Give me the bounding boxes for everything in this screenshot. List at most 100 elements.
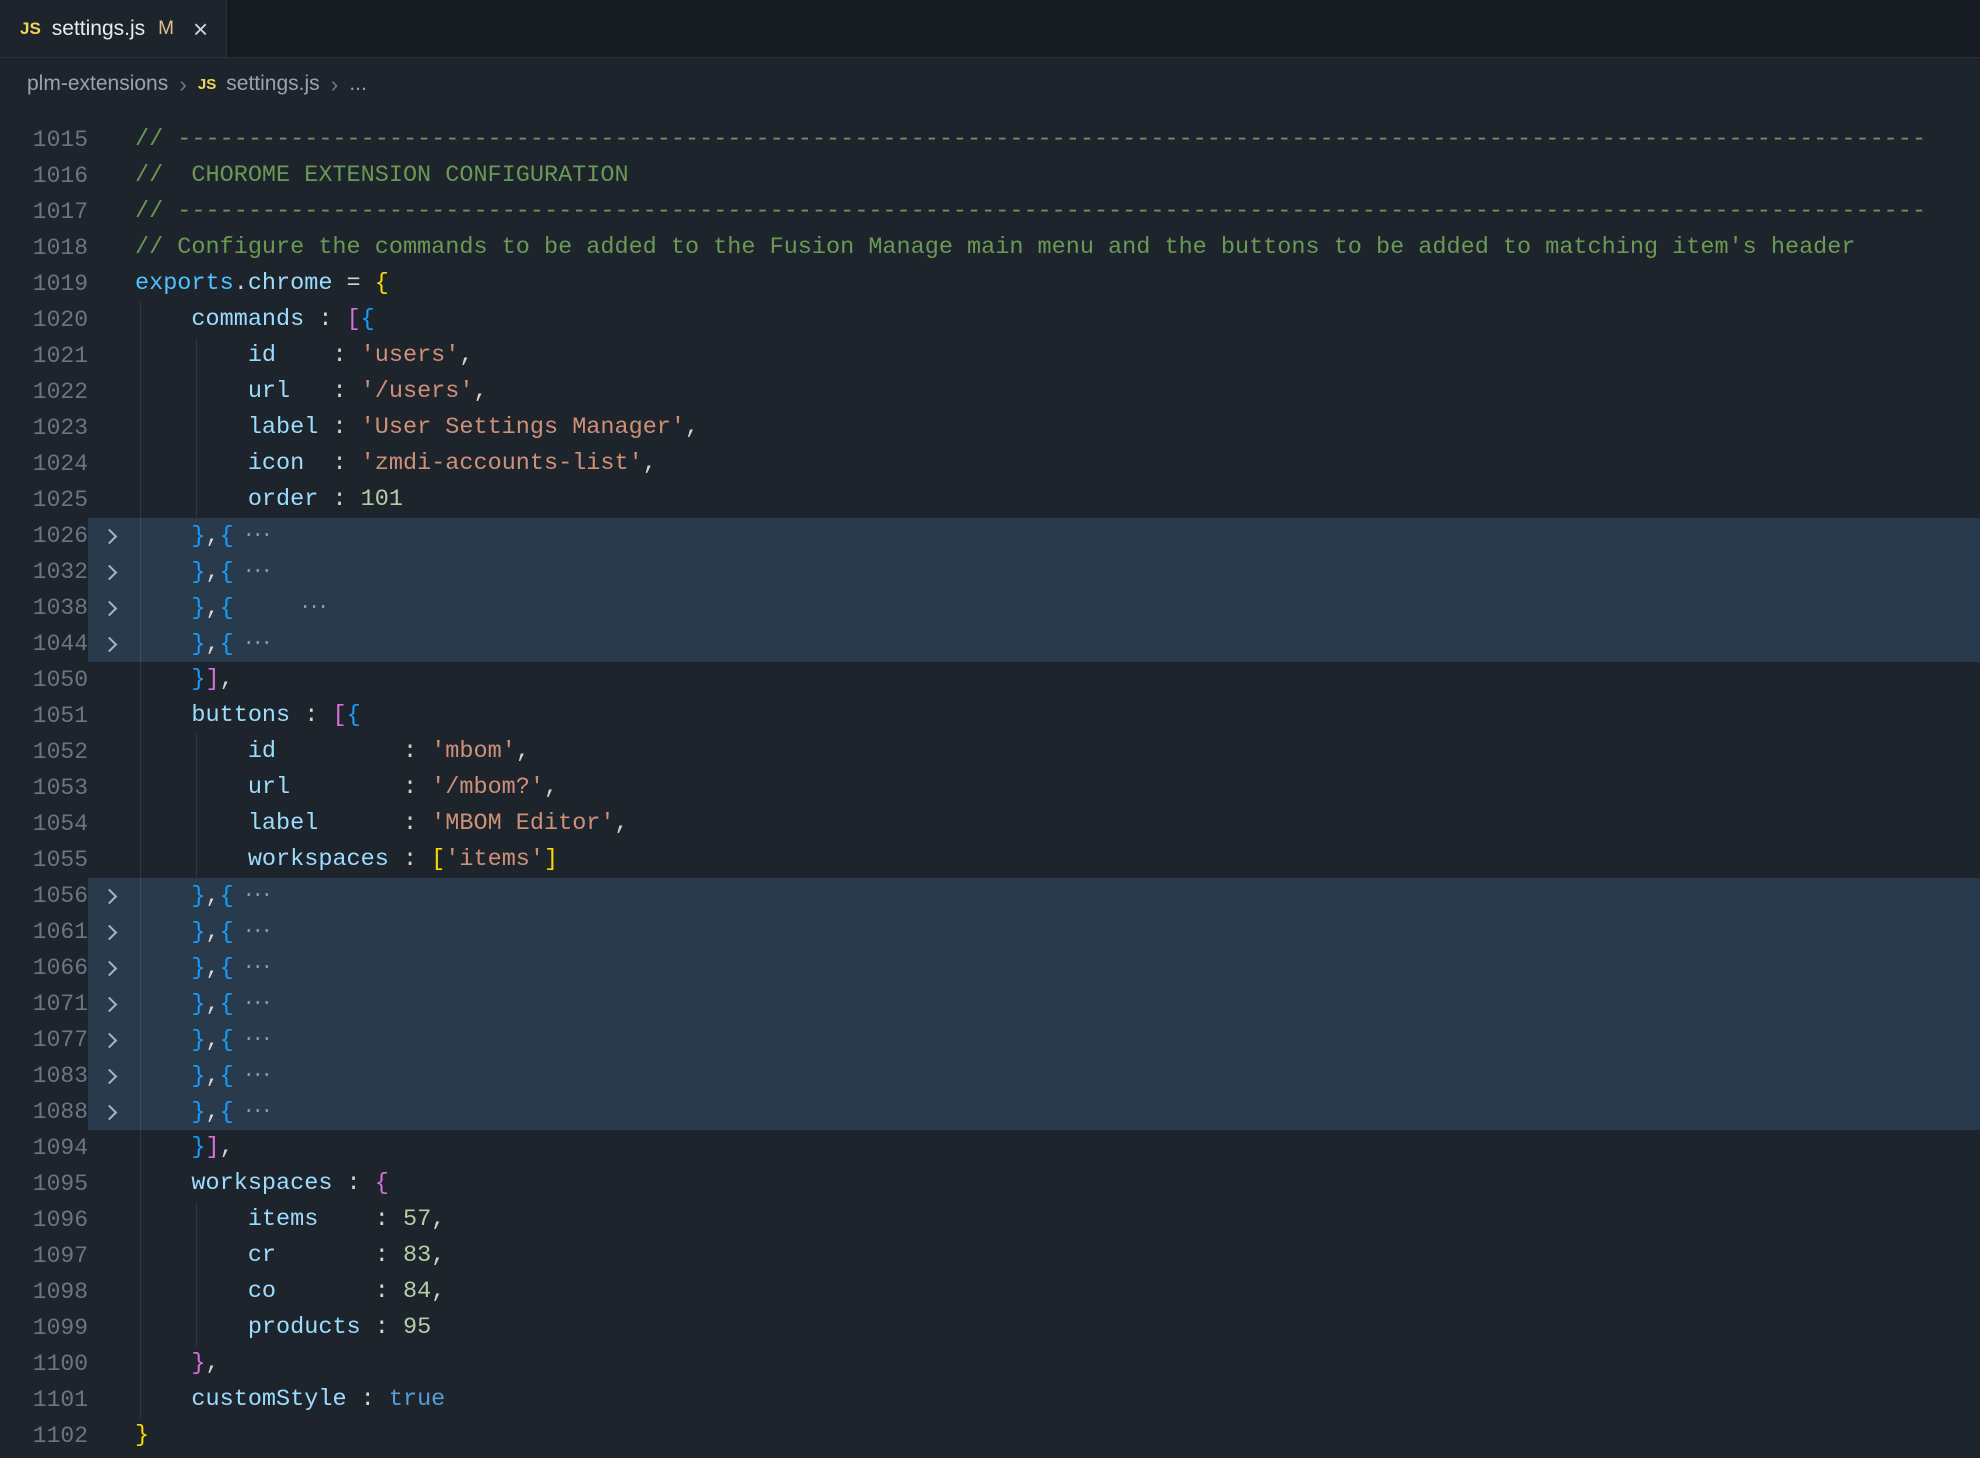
folded-region-ellipsis[interactable]: ··· bbox=[243, 1100, 270, 1123]
breadcrumb-folder[interactable]: plm-extensions bbox=[27, 72, 168, 96]
fold-chevron-icon[interactable] bbox=[88, 963, 135, 974]
tab-settings-js[interactable]: JS settings.js M × bbox=[0, 0, 227, 57]
code-token: , bbox=[431, 1206, 445, 1233]
fold-chevron-icon[interactable] bbox=[88, 1035, 135, 1046]
folded-region-ellipsis[interactable]: ··· bbox=[243, 884, 270, 907]
code-token: chrome bbox=[248, 270, 333, 297]
breadcrumb-file[interactable]: settings.js bbox=[226, 72, 319, 96]
code-line[interactable]: 1026 },{··· bbox=[0, 518, 1980, 554]
code-line[interactable]: 1025 order : 101 bbox=[0, 482, 1980, 518]
code-line[interactable]: 1020 commands : [{ bbox=[0, 302, 1980, 338]
code-line[interactable]: 1098 co : 84, bbox=[0, 1274, 1980, 1310]
code-token: : bbox=[290, 774, 431, 801]
line-number: 1026 bbox=[0, 518, 88, 554]
fold-chevron-icon[interactable] bbox=[88, 927, 135, 938]
folded-region-ellipsis[interactable]: ··· bbox=[243, 956, 270, 979]
code-line[interactable]: 1021 id : 'users', bbox=[0, 338, 1980, 374]
code-text: customStyle : true bbox=[135, 1382, 1980, 1418]
code-line[interactable]: 1100 }, bbox=[0, 1346, 1980, 1382]
code-line[interactable]: 1056 },{··· bbox=[0, 878, 1980, 914]
code-token: } bbox=[191, 991, 205, 1018]
fold-chevron-icon[interactable] bbox=[88, 891, 135, 902]
fold-chevron-icon[interactable] bbox=[88, 639, 135, 650]
code-token: order bbox=[248, 486, 319, 513]
code-line[interactable]: 1050 }], bbox=[0, 662, 1980, 698]
code-line[interactable]: 1099 products : 95 bbox=[0, 1310, 1980, 1346]
code-token: , bbox=[431, 1242, 445, 1269]
code-line[interactable]: 1061 },{··· bbox=[0, 914, 1980, 950]
code-line[interactable]: 1044 },{··· bbox=[0, 626, 1980, 662]
code-text: },{··· bbox=[135, 626, 1980, 662]
code-token: , bbox=[685, 414, 699, 441]
code-line[interactable]: 1053 url : '/mbom?', bbox=[0, 770, 1980, 806]
code-line[interactable]: 1018// Configure the commands to be adde… bbox=[0, 230, 1980, 266]
fold-chevron-icon[interactable] bbox=[88, 567, 135, 578]
code-token: workspaces bbox=[248, 846, 389, 873]
code-line[interactable]: 1101 customStyle : true bbox=[0, 1382, 1980, 1418]
code-line[interactable]: 1022 url : '/users', bbox=[0, 374, 1980, 410]
code-line[interactable]: 1077 },{··· bbox=[0, 1022, 1980, 1058]
line-number: 1054 bbox=[0, 806, 88, 842]
line-number: 1100 bbox=[0, 1346, 88, 1382]
code-token bbox=[135, 1206, 248, 1233]
code-token: } bbox=[191, 1063, 205, 1090]
chevron-right-icon bbox=[102, 528, 118, 544]
code-line[interactable]: 1052 id : 'mbom', bbox=[0, 734, 1980, 770]
code-line[interactable]: 1024 icon : 'zmdi-accounts-list', bbox=[0, 446, 1980, 482]
code-line[interactable]: 1032 },{··· bbox=[0, 554, 1980, 590]
code-line[interactable]: 1016// CHOROME EXTENSION CONFIGURATION bbox=[0, 158, 1980, 194]
folded-region-ellipsis[interactable]: ··· bbox=[243, 992, 270, 1015]
code-token: { bbox=[220, 1099, 234, 1126]
code-line[interactable]: 1051 buttons : [{ bbox=[0, 698, 1980, 734]
code-line[interactable]: 1102} bbox=[0, 1418, 1980, 1454]
code-text: label : 'MBOM Editor', bbox=[135, 806, 1980, 842]
close-icon[interactable]: × bbox=[193, 16, 208, 42]
code-line[interactable]: 1066 },{··· bbox=[0, 950, 1980, 986]
code-line[interactable]: 1054 label : 'MBOM Editor', bbox=[0, 806, 1980, 842]
code-text: },{··· bbox=[135, 950, 1980, 986]
fold-chevron-icon[interactable] bbox=[88, 603, 135, 614]
code-line[interactable]: 1083 },{··· bbox=[0, 1058, 1980, 1094]
code-token: : bbox=[332, 1170, 374, 1197]
code-token: : bbox=[276, 738, 431, 765]
code-token: : bbox=[318, 1206, 403, 1233]
folded-region-ellipsis[interactable]: ··· bbox=[243, 1028, 270, 1051]
line-number: 1051 bbox=[0, 698, 88, 734]
code-token: { bbox=[220, 523, 234, 550]
editor[interactable]: 1015// ---------------------------------… bbox=[0, 110, 1980, 1454]
folded-region-ellipsis[interactable]: ··· bbox=[299, 596, 326, 619]
code-line[interactable]: 1097 cr : 83, bbox=[0, 1238, 1980, 1274]
code-line[interactable]: 1095 workspaces : { bbox=[0, 1166, 1980, 1202]
code-token: , bbox=[206, 1350, 220, 1377]
folded-region-ellipsis[interactable]: ··· bbox=[243, 920, 270, 943]
code-line[interactable]: 1038 },{ ··· bbox=[0, 590, 1980, 626]
code-line[interactable]: 1019exports.chrome = { bbox=[0, 266, 1980, 302]
fold-chevron-icon[interactable] bbox=[88, 1071, 135, 1082]
fold-chevron-icon[interactable] bbox=[88, 531, 135, 542]
folded-region-ellipsis[interactable]: ··· bbox=[243, 560, 270, 583]
code-line[interactable]: 1096 items : 57, bbox=[0, 1202, 1980, 1238]
code-line[interactable]: 1055 workspaces : ['items'] bbox=[0, 842, 1980, 878]
line-number: 1052 bbox=[0, 734, 88, 770]
code-token: : bbox=[318, 486, 360, 513]
code-line[interactable]: 1023 label : 'User Settings Manager', bbox=[0, 410, 1980, 446]
code-line[interactable]: 1094 }], bbox=[0, 1130, 1980, 1166]
chevron-right-icon bbox=[102, 636, 118, 652]
code-token bbox=[135, 523, 191, 550]
code-line[interactable]: 1017// ---------------------------------… bbox=[0, 194, 1980, 230]
folded-region-ellipsis[interactable]: ··· bbox=[243, 1064, 270, 1087]
code-token: url bbox=[248, 774, 290, 801]
line-number: 1088 bbox=[0, 1094, 88, 1130]
code-line[interactable]: 1071 },{··· bbox=[0, 986, 1980, 1022]
fold-chevron-icon[interactable] bbox=[88, 1107, 135, 1118]
code-token: [ bbox=[431, 846, 445, 873]
fold-chevron-icon[interactable] bbox=[88, 999, 135, 1010]
breadcrumb-symbol-ellipsis[interactable]: ... bbox=[349, 72, 367, 96]
folded-region-ellipsis[interactable]: ··· bbox=[243, 632, 270, 655]
code-text: },{··· bbox=[135, 986, 1980, 1022]
javascript-file-icon: JS bbox=[20, 19, 41, 39]
folded-region-ellipsis[interactable]: ··· bbox=[243, 524, 270, 547]
code-line[interactable]: 1088 },{··· bbox=[0, 1094, 1980, 1130]
code-line[interactable]: 1015// ---------------------------------… bbox=[0, 122, 1980, 158]
code-token: cr bbox=[248, 1242, 276, 1269]
